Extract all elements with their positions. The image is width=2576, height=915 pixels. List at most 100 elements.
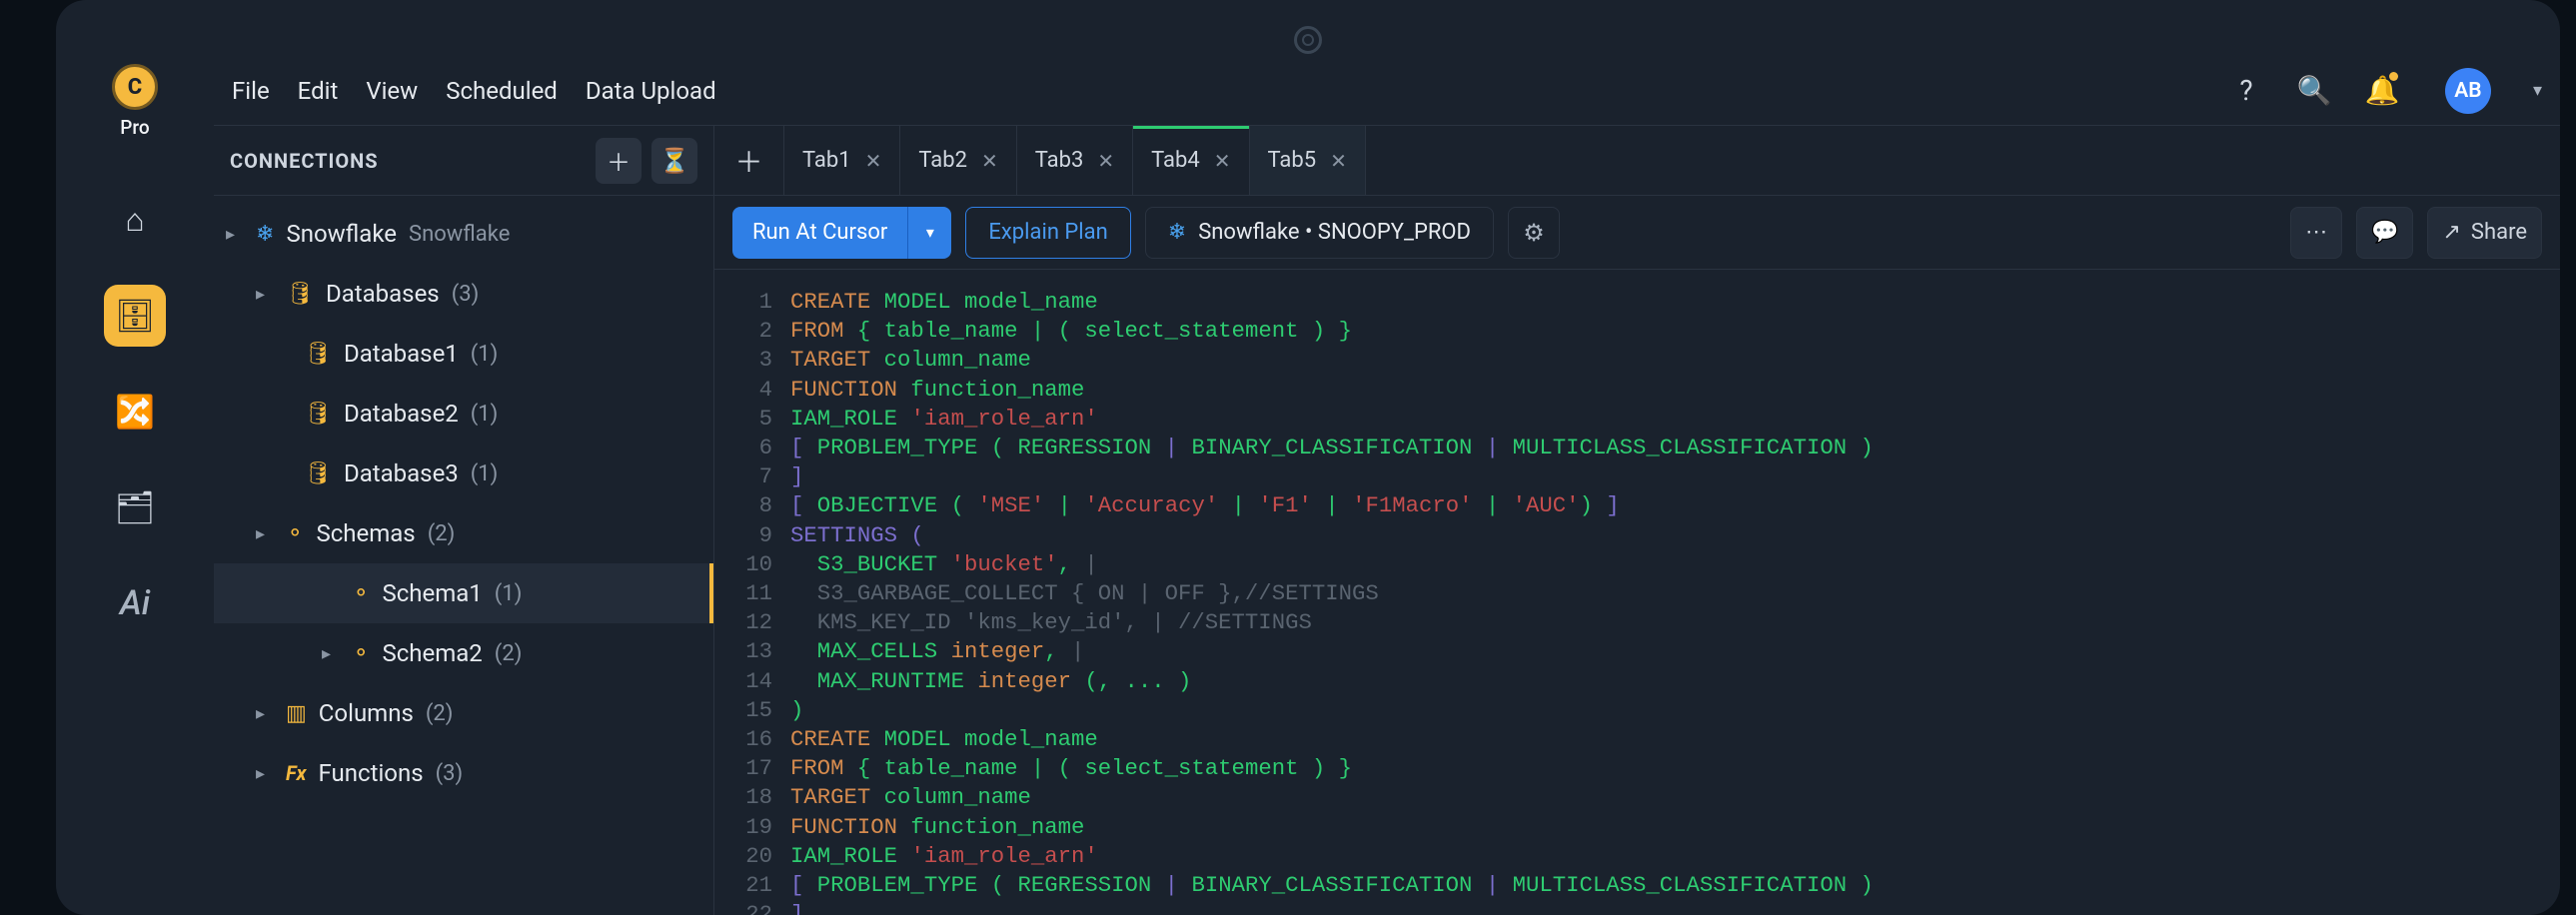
connection-selector[interactable]: ❄ Snowflake • SNOOPY_PROD xyxy=(1145,207,1494,259)
tab-tab2[interactable]: Tab2✕ xyxy=(900,126,1016,195)
rail-ai[interactable]: Ai xyxy=(104,572,166,634)
menu-file[interactable]: File xyxy=(232,77,270,105)
notifications-button[interactable]: 🔔 xyxy=(2365,74,2399,108)
line-number: 11 xyxy=(714,579,790,608)
comments-button[interactable]: 💬 xyxy=(2356,207,2413,259)
menu-data-upload[interactable]: Data Upload xyxy=(586,77,716,105)
tree-group-functions[interactable]: ▸ Fx Functions (3) xyxy=(214,743,713,803)
connections-panel: CONNECTIONS ＋ ⏳ ▸ ❄ Snowflake Snowflake … xyxy=(214,126,714,915)
rail-home[interactable]: ⌂ xyxy=(104,189,166,251)
tabstrip: ＋ Tab1✕Tab2✕Tab3✕Tab4✕Tab5✕ xyxy=(714,126,2560,196)
code-content[interactable]: CREATE MODEL model_name xyxy=(790,725,1098,754)
line-number: 8 xyxy=(714,491,790,520)
code-content[interactable]: [ PROBLEM_TYPE ( REGRESSION | BINARY_CLA… xyxy=(790,871,1874,900)
code-content[interactable]: FROM { table_name | ( select_statement )… xyxy=(790,754,1352,783)
close-icon[interactable]: ✕ xyxy=(1214,149,1231,173)
code-content[interactable]: IAM_ROLE 'iam_role_arn' xyxy=(790,405,1098,434)
line-number: 4 xyxy=(714,376,790,405)
menu-view[interactable]: View xyxy=(366,77,418,105)
line-number: 9 xyxy=(714,521,790,550)
code-line: 15) xyxy=(714,696,2560,725)
code-content[interactable]: ] xyxy=(790,462,803,491)
chevron-down-icon: ▾ xyxy=(926,223,934,242)
code-line: 3TARGET column_name xyxy=(714,346,2560,375)
code-content[interactable]: TARGET column_name xyxy=(790,346,1031,375)
chevron-right-icon: ▸ xyxy=(256,284,274,305)
plus-icon: ＋ xyxy=(734,141,762,181)
line-number: 1 xyxy=(714,288,790,317)
code-line: 5IAM_ROLE 'iam_role_arn' xyxy=(714,405,2560,434)
line-number: 19 xyxy=(714,813,790,842)
code-content[interactable]: S3_GARBAGE_COLLECT { ON | OFF },//SETTIN… xyxy=(790,579,1379,608)
code-line: 20IAM_ROLE 'iam_role_arn' xyxy=(714,842,2560,871)
tree-item-database1[interactable]: 🛢 Database1 (1) xyxy=(214,324,713,384)
avatar-menu-caret[interactable]: ▾ xyxy=(2533,80,2542,101)
tree-item-database3[interactable]: 🛢 Database3 (1) xyxy=(214,444,713,503)
add-connection-button[interactable]: ＋ xyxy=(596,138,642,184)
tree-label: Columns xyxy=(319,699,414,727)
folder-icon: 🗂 xyxy=(115,488,156,526)
code-content[interactable]: [ OBJECTIVE ( 'MSE' | 'Accuracy' | 'F1' … xyxy=(790,491,1620,520)
code-content[interactable]: IAM_ROLE 'iam_role_arn' xyxy=(790,842,1098,871)
brand-icon: C xyxy=(112,64,158,110)
code-content[interactable]: ] xyxy=(790,900,803,915)
tree-count: (2) xyxy=(495,641,523,666)
code-content[interactable]: TARGET column_name xyxy=(790,783,1031,812)
rail-folders[interactable]: 🗂 xyxy=(104,476,166,538)
tab-tab5[interactable]: Tab5✕ xyxy=(1250,126,1366,195)
close-icon[interactable]: ✕ xyxy=(981,149,998,173)
plus-icon: ＋ xyxy=(607,143,631,178)
code-content[interactable]: CREATE MODEL model_name xyxy=(790,288,1098,317)
tree-root-snowflake[interactable]: ▸ ❄ Snowflake Snowflake xyxy=(214,204,713,264)
tree-label: Database1 xyxy=(344,340,459,368)
code-content[interactable]: SETTINGS ( xyxy=(790,521,924,550)
explain-plan-button[interactable]: Explain Plan xyxy=(965,207,1130,259)
filter-connections-button[interactable]: ⏳ xyxy=(651,138,697,184)
code-content[interactable]: FUNCTION function_name xyxy=(790,813,1084,842)
tree-item-schema1[interactable]: ⚬ Schema1 (1) xyxy=(214,563,713,623)
more-options-button[interactable]: ⋯ xyxy=(2290,207,2342,259)
menu-edit[interactable]: Edit xyxy=(298,77,339,105)
schema-icon: ⚬ xyxy=(352,581,370,606)
run-options-dropdown[interactable]: ▾ xyxy=(907,207,951,259)
line-number: 21 xyxy=(714,871,790,900)
code-editor[interactable]: 1CREATE MODEL model_name2FROM { table_na… xyxy=(714,270,2560,915)
search-button[interactable]: 🔍 xyxy=(2297,74,2331,108)
menu-scheduled[interactable]: Scheduled xyxy=(446,77,558,105)
close-icon[interactable]: ✕ xyxy=(1330,149,1347,173)
close-icon[interactable]: ✕ xyxy=(865,149,882,173)
help-button[interactable]: ? xyxy=(2229,74,2263,108)
rail-database[interactable]: 🗄 xyxy=(104,285,166,347)
tree-item-database2[interactable]: 🛢 Database2 (1) xyxy=(214,384,713,444)
line-number: 3 xyxy=(714,346,790,375)
rail-pipeline[interactable]: 🔀 xyxy=(104,381,166,443)
code-content[interactable]: KMS_KEY_ID 'kms_key_id', | //SETTINGS xyxy=(790,608,1312,637)
code-line: 11 S3_GARBAGE_COLLECT { ON | OFF },//SET… xyxy=(714,579,2560,608)
query-settings-button[interactable]: ⚙ xyxy=(1508,207,1560,259)
tree-count: (1) xyxy=(495,581,523,606)
tree-group-columns[interactable]: ▸ ▥ Columns (2) xyxy=(214,683,713,743)
tree-label: Schema2 xyxy=(382,639,482,667)
code-content[interactable]: MAX_CELLS integer, | xyxy=(790,637,1084,666)
code-line: 13 MAX_CELLS integer, | xyxy=(714,637,2560,666)
tab-tab1[interactable]: Tab1✕ xyxy=(784,126,900,195)
tree-group-databases[interactable]: ▸ 🛢 Databases (3) xyxy=(214,264,713,324)
tree-item-schema2[interactable]: ▸ ⚬ Schema2 (2) xyxy=(214,623,713,683)
avatar[interactable]: AB xyxy=(2445,68,2491,114)
run-at-cursor-button[interactable]: Run At Cursor xyxy=(732,207,907,259)
share-button[interactable]: ↗Share xyxy=(2427,207,2542,259)
tab-tab3[interactable]: Tab3✕ xyxy=(1017,126,1133,195)
search-icon: 🔍 xyxy=(2297,74,2332,107)
code-content[interactable]: S3_BUCKET 'bucket', | xyxy=(790,550,1098,579)
close-icon[interactable]: ✕ xyxy=(1097,149,1114,173)
code-content[interactable]: [ PROBLEM_TYPE ( REGRESSION | BINARY_CLA… xyxy=(790,434,1874,462)
tree-label: Schema1 xyxy=(382,579,482,607)
code-content[interactable]: FROM { table_name | ( select_statement )… xyxy=(790,317,1352,346)
code-content[interactable]: FUNCTION function_name xyxy=(790,376,1084,405)
tab-tab4[interactable]: Tab4 ✕ xyxy=(1133,126,1249,195)
code-content[interactable]: MAX_RUNTIME integer (, ... ) xyxy=(790,667,1191,696)
new-tab-button[interactable]: ＋ xyxy=(714,126,784,195)
tree-group-schemas[interactable]: ▸ ⚬ Schemas (2) xyxy=(214,503,713,563)
tab-label: Tab4 xyxy=(1151,148,1200,173)
code-content[interactable]: ) xyxy=(790,696,803,725)
